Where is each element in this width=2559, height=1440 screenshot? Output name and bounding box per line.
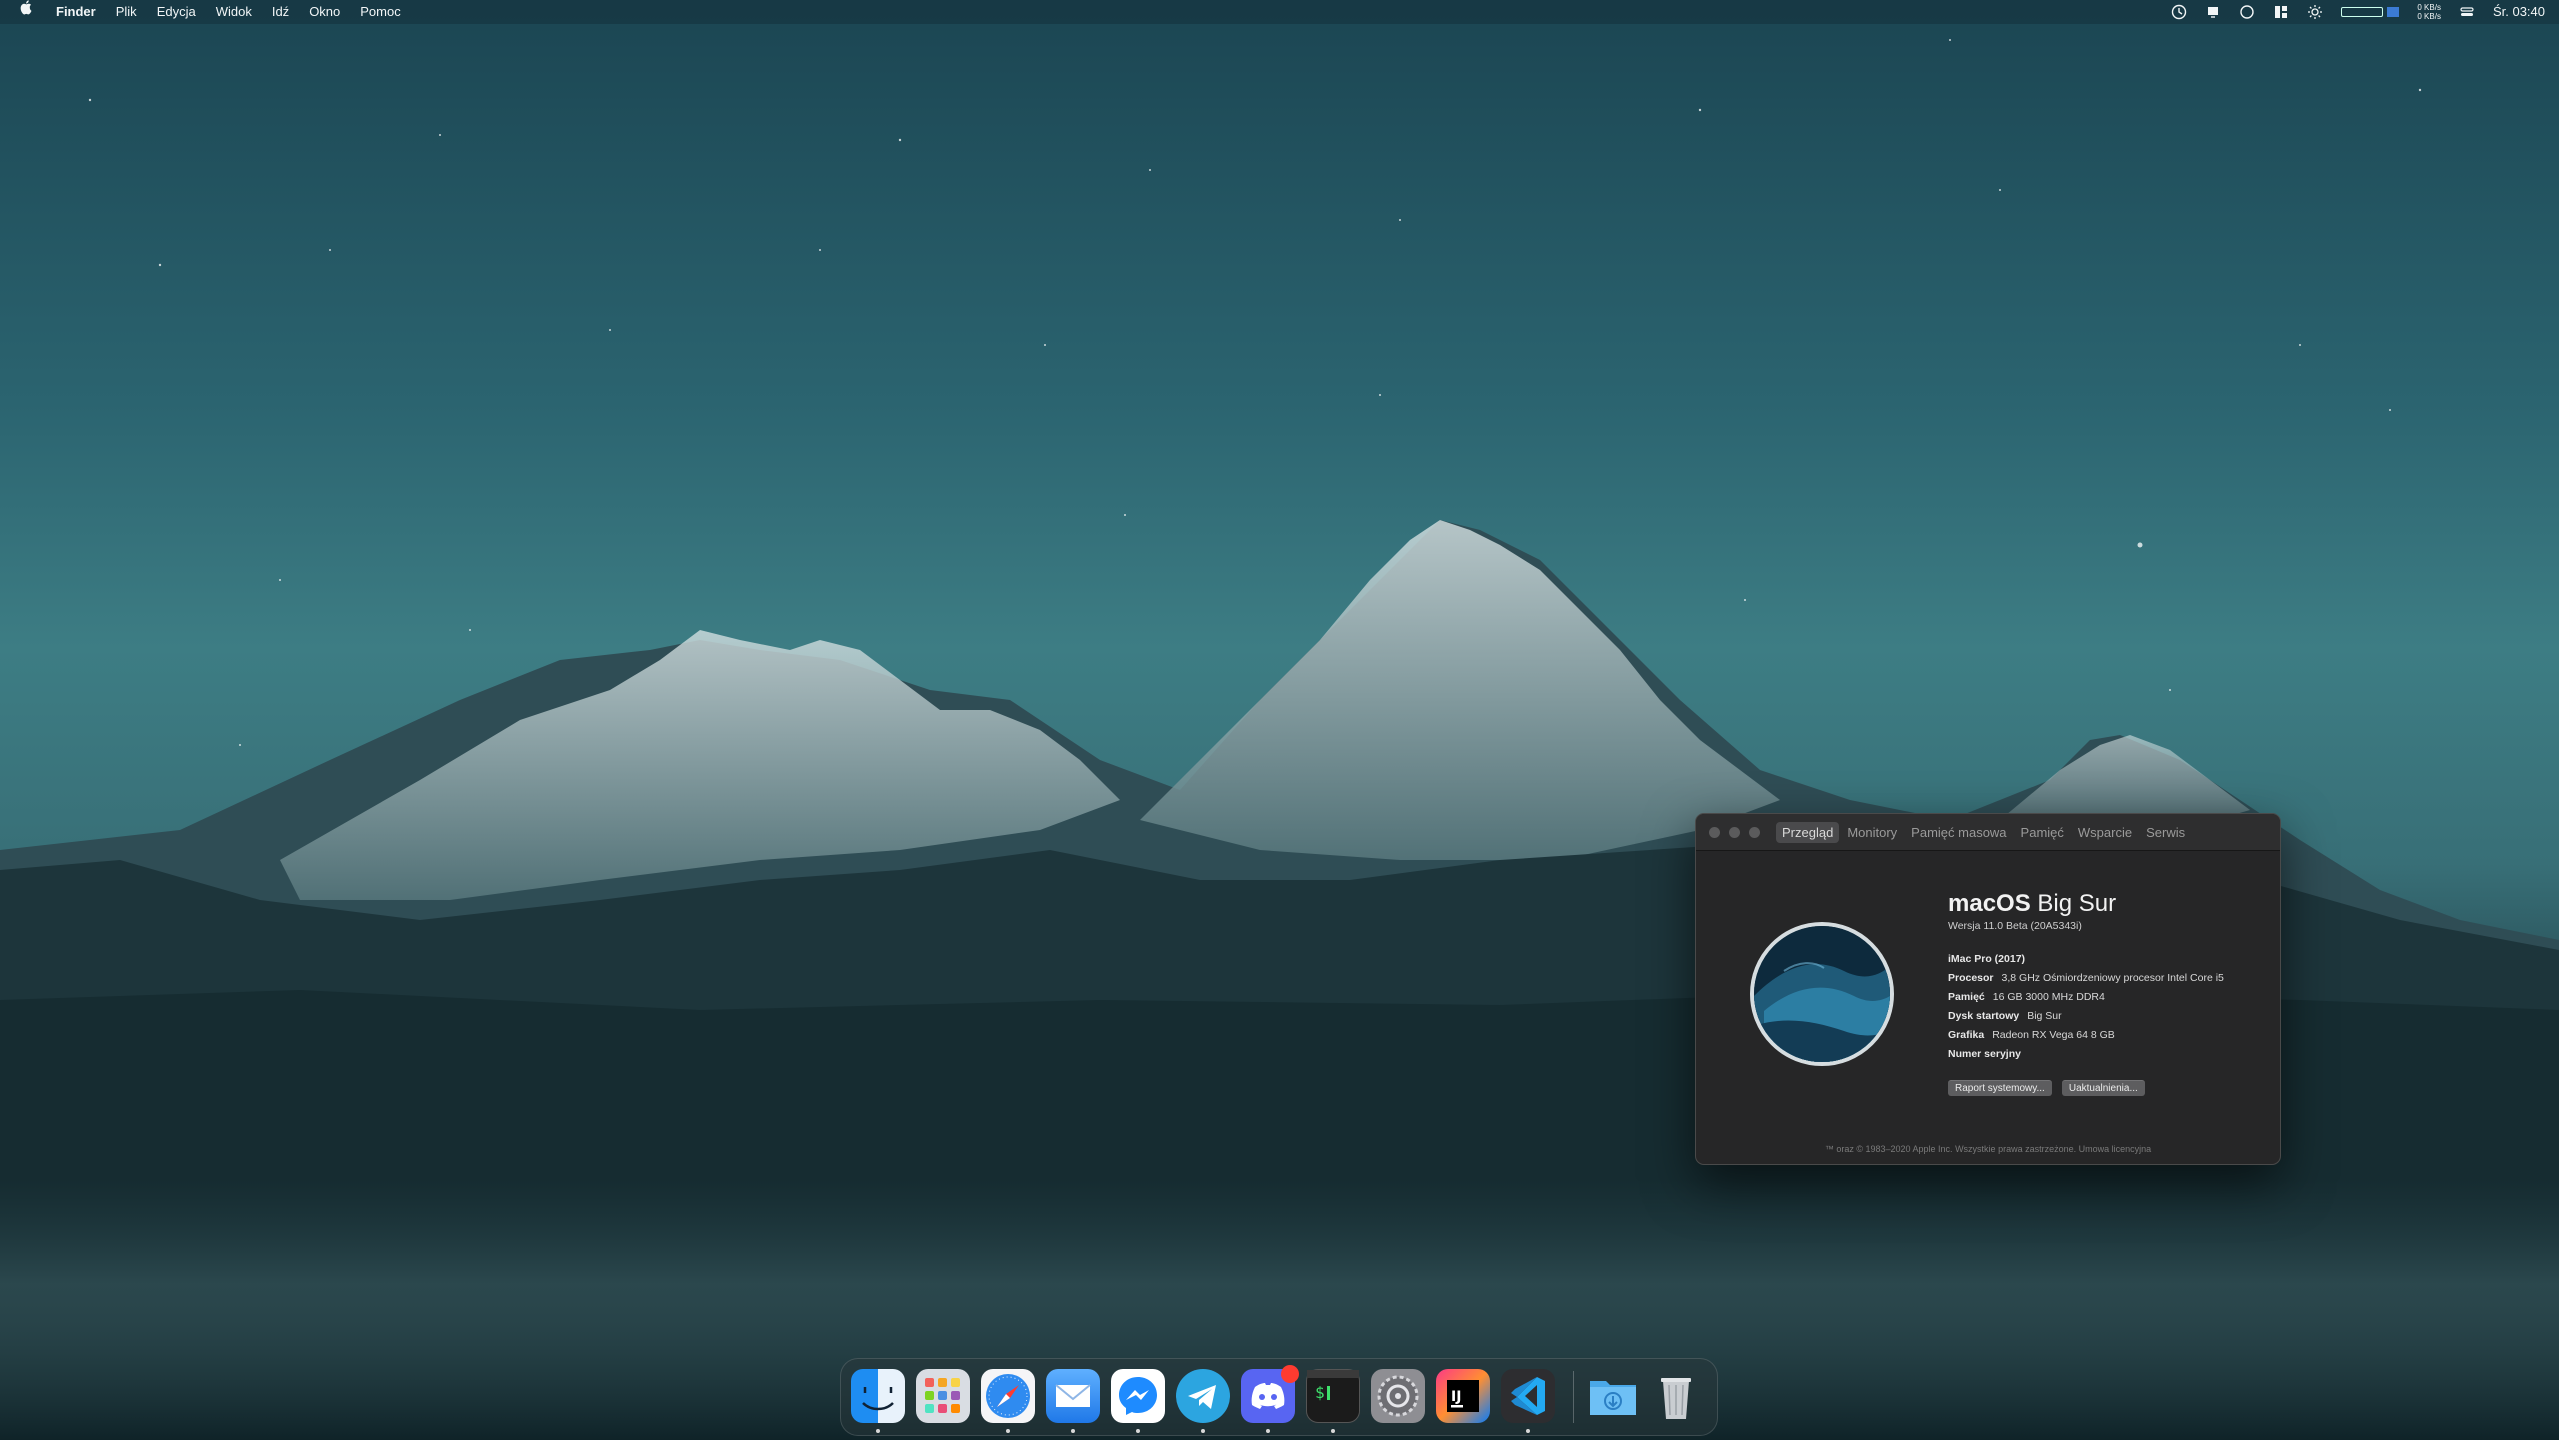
trash-icon[interactable] <box>1649 1369 1703 1423</box>
model-name: iMac Pro (2017) <box>1948 953 2026 965</box>
tab-serwis[interactable]: Serwis <box>2140 822 2191 843</box>
desktop-wallpaper <box>0 0 2559 1440</box>
terminal-icon[interactable]: $ <box>1306 1369 1360 1423</box>
safari-icon[interactable] <box>981 1369 1035 1423</box>
software-update-button[interactable]: Uaktualnienia... <box>2061 1080 2145 1096</box>
clock[interactable]: Śr. 03:40 <box>2493 0 2545 24</box>
spec-label: Grafika <box>1948 1029 1985 1041</box>
menu-plik[interactable]: Plik <box>106 0 147 24</box>
spec-value: 16 GB 3000 MHz DDR4 <box>1992 991 2105 1003</box>
spec-label: Procesor <box>1948 972 1994 984</box>
discord-icon[interactable] <box>1241 1365 1299 1423</box>
system-specs: iMac Pro (2017) Procesor 3,8 GHz Ośmiordz… <box>1948 950 2224 1064</box>
tab-monitory[interactable]: Monitory <box>1841 822 1903 843</box>
spec-serial-number: Numer seryjny <box>1948 1045 2224 1064</box>
spec-label: Numer seryjny <box>1948 1048 2021 1060</box>
messenger-running-dot <box>1136 1429 1140 1433</box>
menu-edycja[interactable]: Edycja <box>147 0 206 24</box>
mail-running-dot <box>1071 1429 1075 1433</box>
window-layout-icon[interactable] <box>2273 4 2289 20</box>
terminal-running-dot <box>1331 1429 1335 1433</box>
network-stats[interactable]: 0 KB/s 0 KB/s <box>2417 3 2441 21</box>
time-machine-icon[interactable] <box>2171 4 2187 20</box>
spec-graphics: Grafika Radeon RX Vega 64 8 GB <box>1948 1026 2224 1045</box>
tab-pamiec-masowa[interactable]: Pamięć masowa <box>1905 822 2012 843</box>
finder-running-dot <box>876 1429 880 1433</box>
system-report-button[interactable]: Raport systemowy... <box>1948 1080 2052 1096</box>
close-button[interactable] <box>1709 827 1720 838</box>
menu-finder[interactable]: Finder <box>46 0 106 24</box>
minimize-button[interactable] <box>1729 827 1740 838</box>
tab-przeglad[interactable]: Przegląd <box>1776 822 1840 843</box>
tab-bar: Przegląd Monitory Pamięć masowa Pamięć W… <box>1776 822 2193 843</box>
menu-idz[interactable]: Idź <box>262 0 299 24</box>
discord-notification-badge <box>1281 1365 1299 1383</box>
vscode-running-dot <box>1526 1429 1530 1433</box>
apple-menu-icon[interactable] <box>20 0 46 24</box>
memory-meter-bar <box>2387 7 2400 17</box>
menu-pomoc[interactable]: Pomoc <box>350 0 410 24</box>
os-name-light: Big Sur <box>2037 890 2117 917</box>
focus-circle-icon[interactable] <box>2239 4 2255 20</box>
network-upload: 0 KB/s <box>2417 3 2441 12</box>
intellij-idea-icon[interactable]: IJ <box>1436 1369 1490 1423</box>
control-center-icon[interactable] <box>2459 4 2475 20</box>
spec-startup-disk: Dysk startowy Big Sur <box>1948 1007 2224 1026</box>
finder-icon[interactable] <box>851 1369 905 1423</box>
copyright-footer: ™ oraz © 1983–2020 Apple Inc. Wszystkie … <box>1824 1144 2152 1154</box>
os-name-bold: macOS <box>1948 890 2031 917</box>
tab-pamiec[interactable]: Pamięć <box>2015 822 2070 843</box>
spec-label: Dysk startowy <box>1948 1010 2020 1022</box>
mail-icon[interactable] <box>1046 1369 1100 1423</box>
spec-processor: Procesor 3,8 GHz Ośmiordzeniowy procesor … <box>1948 969 2224 988</box>
display-icon[interactable] <box>2205 4 2221 20</box>
safari-running-dot <box>1006 1429 1010 1433</box>
menu-widok[interactable]: Widok <box>206 0 262 24</box>
system-preferences-icon[interactable] <box>1371 1369 1425 1423</box>
vscode-icon[interactable] <box>1501 1369 1555 1423</box>
window-titlebar: Przegląd Monitory Pamięć masowa Pamięć W… <box>1696 814 2280 851</box>
os-name: macOS Big Sur <box>1948 890 2116 918</box>
spec-value: Radeon RX Vega 64 8 GB <box>1992 1029 2115 1041</box>
macos-big-sur-logo <box>1750 922 1894 1066</box>
launchpad-icon[interactable] <box>916 1369 970 1423</box>
telegram-running-dot <box>1201 1429 1205 1433</box>
menu-bar: Finder Plik Edycja Widok Idź Okno Pomoc … <box>0 0 2559 24</box>
menu-okno[interactable]: Okno <box>299 0 350 24</box>
downloads-folder-icon[interactable] <box>1586 1369 1640 1423</box>
messenger-icon[interactable] <box>1111 1369 1165 1423</box>
cpu-meter-bar <box>2341 7 2384 17</box>
spec-value: Big Sur <box>2027 1010 2062 1022</box>
spec-value: 3,8 GHz Ośmiordzeniowy procesor Intel Co… <box>2001 972 2224 984</box>
action-buttons: Raport systemowy... Uaktualnienia... <box>1948 1080 2145 1096</box>
about-this-mac-window: Przegląd Monitory Pamięć masowa Pamięć W… <box>1695 813 2281 1165</box>
zoom-button[interactable] <box>1749 827 1760 838</box>
os-version: Wersja 11.0 Beta (20A5343i) <box>1948 920 2082 932</box>
spec-label: Pamięć <box>1948 991 1985 1003</box>
dock: $ IJ <box>840 1358 1718 1436</box>
telegram-icon[interactable] <box>1176 1369 1230 1423</box>
dock-separator <box>1573 1371 1574 1423</box>
svg-text:$: $ <box>1315 1383 1325 1402</box>
brightness-icon[interactable] <box>2307 4 2323 20</box>
discord-running-dot <box>1266 1429 1270 1433</box>
tab-wsparcie[interactable]: Wsparcie <box>2072 822 2138 843</box>
cpu-meter[interactable] <box>2341 7 2400 17</box>
spec-memory: Pamięć 16 GB 3000 MHz DDR4 <box>1948 988 2224 1007</box>
network-download: 0 KB/s <box>2417 12 2441 21</box>
svg-text:IJ: IJ <box>1451 1389 1461 1405</box>
